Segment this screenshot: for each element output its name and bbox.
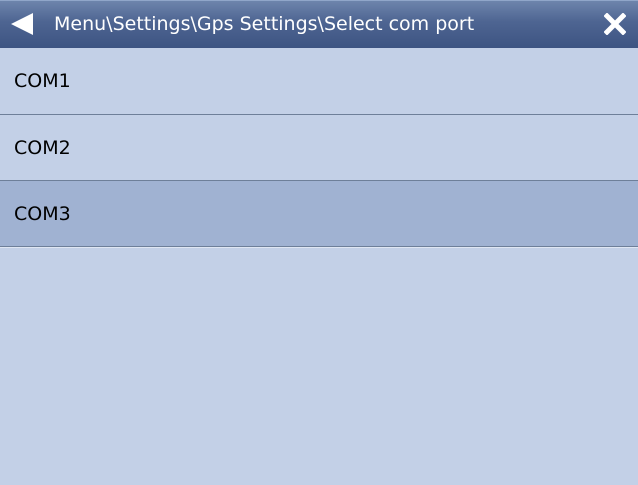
list-item-label: COM1 bbox=[14, 70, 71, 92]
list-item-com1[interactable]: COM1 bbox=[0, 48, 638, 115]
back-arrow-icon bbox=[11, 13, 33, 35]
breadcrumb-title: Menu\Settings\Gps Settings\Select com po… bbox=[54, 13, 475, 35]
list-item-label: COM2 bbox=[14, 137, 71, 159]
close-button[interactable] bbox=[594, 0, 638, 48]
list-item-label: COM3 bbox=[14, 203, 71, 225]
com-port-screen: Menu\Settings\Gps Settings\Select com po… bbox=[0, 0, 638, 485]
back-button[interactable] bbox=[0, 0, 46, 48]
close-icon bbox=[604, 13, 626, 35]
title-bar: Menu\Settings\Gps Settings\Select com po… bbox=[0, 0, 638, 48]
list-item-com2[interactable]: COM2 bbox=[0, 115, 638, 181]
list-item-com3[interactable]: COM3 bbox=[0, 181, 638, 247]
com-port-list: COM1 COM2 COM3 bbox=[0, 48, 638, 247]
